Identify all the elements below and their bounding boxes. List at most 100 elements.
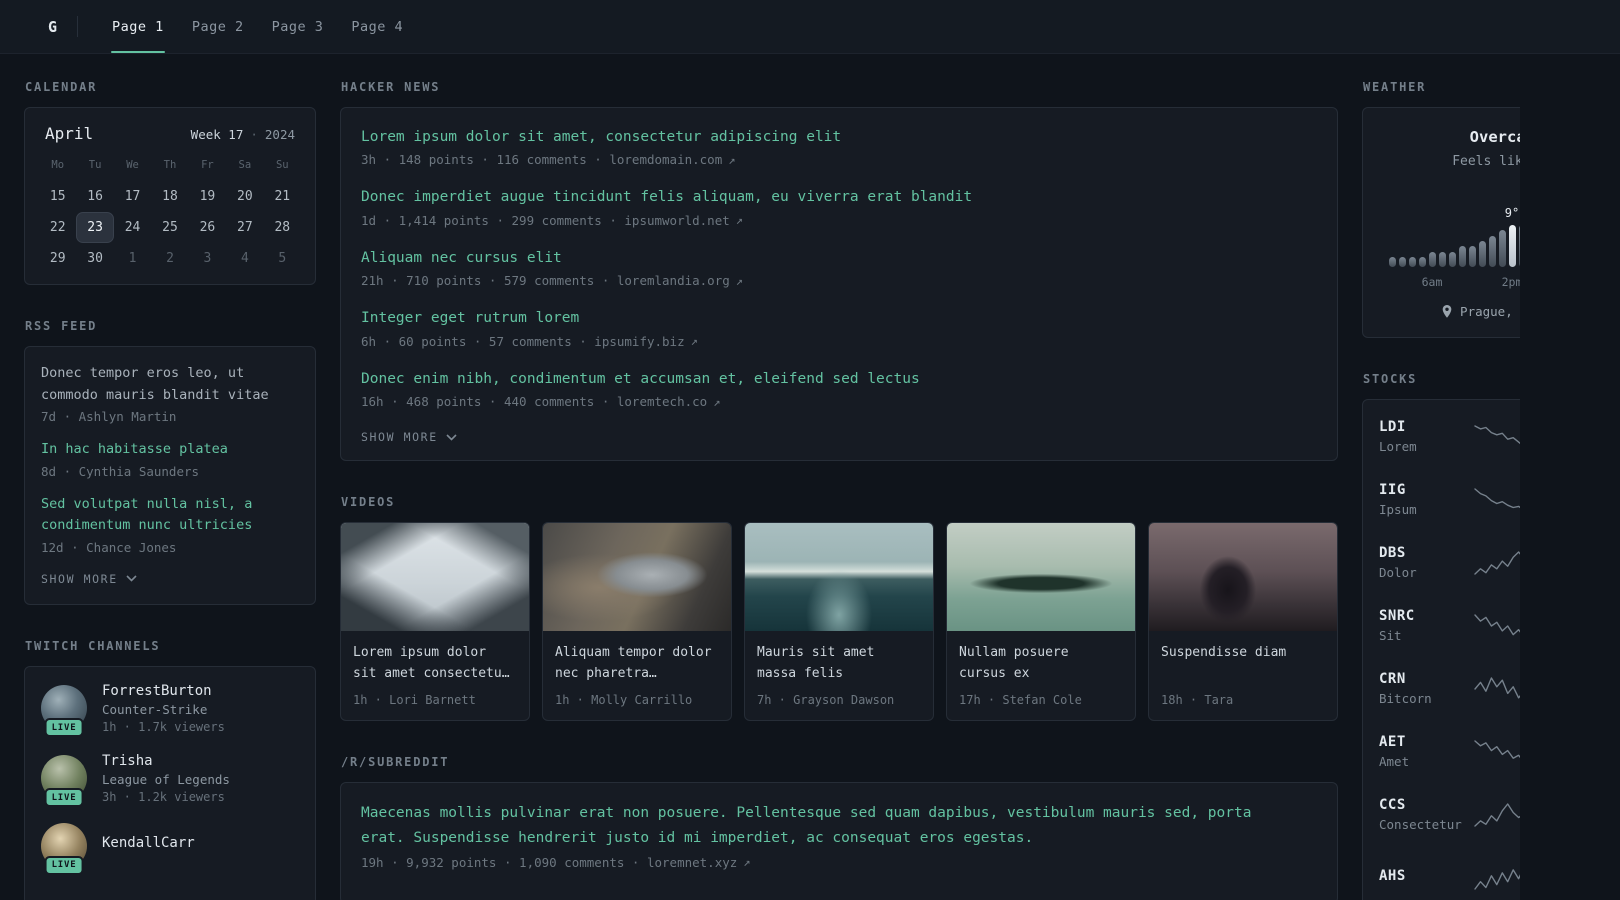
page-tab[interactable]: Page 3 [258,0,338,53]
stock-symbol: IIG [1379,482,1406,498]
weather-time-label: 2pm [1501,275,1520,289]
weather-bar [1398,257,1406,267]
calendar-day: 18 [162,189,178,204]
right-column: WEATHER Overcast Feels like 5°C 9° 6am 2p… [1362,80,1520,900]
calendar-day-header: Sa [238,159,252,171]
weather-bar: 9° [1505,206,1519,267]
sparkline-svg [1474,868,1520,890]
calendar-day-header: Mo [51,159,65,171]
stock-sparkline [1467,865,1520,891]
video-card[interactable]: Lorem ipsum dolor sit amet consectetu… 1… [340,522,530,722]
subreddit-card: Maecenas mollis pulvinar erat non posuer… [340,782,1338,900]
hackernews-item-meta-text: 16h · 468 points · 440 comments · loremt… [361,394,708,410]
page-tab[interactable]: Page 4 [337,0,417,53]
hackernews-item-title[interactable]: Integer eget rutrum lorem [361,307,1317,329]
calendar-day: 27 [237,220,253,235]
stock-row: LDI Lorem +4.35% $795.18 [1379,405,1520,468]
weather-hourly-chart: 9° [1377,173,1520,267]
stock-sparkline [1467,676,1520,702]
weather-card: Overcast Feels like 5°C 9° 6am2pm10pm Pr… [1362,107,1520,338]
live-badge: LIVE [44,718,84,738]
calendar-day: 23 [76,212,114,243]
calendar-day: 30 [87,251,103,266]
hackernews-item-meta: 3h · 148 points · 116 comments · loremdo… [361,152,1317,167]
hackernews-item-title[interactable]: Aliquam nec cursus elit [361,247,1317,269]
stock-row: SNRC Sit +1.36% $148.64 [1379,594,1520,657]
weather-bar [1428,252,1436,267]
stocks-card: LDI Lorem +4.35% $795.18 [1362,399,1520,900]
rss-widget: RSS FEED Donec tempor eros leo, ut commo… [24,319,316,605]
weather-bar [1468,246,1476,267]
page-tabs: Page 1 Page 2 Page 3 Page 4 [98,0,417,53]
stock-row: AHS +0.46% [1379,846,1520,900]
twitch-channel[interactable]: LIVE Trisha League of Legends 3h · 1.2k … [41,753,299,808]
calendar-day: 29 [49,251,66,266]
app-logo[interactable]: G [44,0,61,53]
hackernews-list: Lorem ipsum dolor sit amet, consectetur … [361,126,1317,409]
video-card[interactable]: Nullam posuere cursus ex 17h · Stefan Co… [946,522,1136,722]
external-link-icon: ↗ [735,213,743,228]
page-tab[interactable]: Page 2 [178,0,258,53]
hackernews-item: Donec enim nibh, condimentum et accumsan… [361,368,1317,409]
dashboard: CALENDAR April Week 17 · 2024 Mo Tu We T… [0,54,1520,900]
rss-show-more-button[interactable]: SHOW MORE [41,570,137,588]
video-thumbnail [947,523,1135,632]
stock-name: Amet [1379,754,1410,769]
video-meta: 17h · Stefan Cole [959,693,1082,708]
video-meta: 1h · Molly Carrillo [555,693,693,708]
calendar-separator: · [250,127,258,142]
stock-sparkline [1467,550,1520,576]
hackernews-item-title[interactable]: Donec enim nibh, condimentum et accumsan… [361,368,1317,390]
hackernews-item-title[interactable]: Donec imperdiet augue tincidunt felis al… [361,186,1317,208]
show-more-label: SHOW MORE [361,430,438,445]
twitch-widget: TWITCH CHANNELS LIVE ForrestBurton Count… [24,639,316,900]
rss-item-title[interactable]: Sed volutpat nulla nisl, a condimentum n… [41,494,299,537]
twitch-channel[interactable]: LIVE KendallCarr [41,822,299,875]
section-title-calendar: CALENDAR [25,80,98,94]
show-more-label: SHOW MORE [41,571,118,586]
rss-item-title[interactable]: Donec tempor eros leo, ut commodo mauris… [41,363,299,406]
hackernews-item-meta: 6h · 60 points · 57 comments · ipsumify.… [361,334,1317,349]
calendar-day-header: Fr [201,159,214,171]
video-card[interactable]: Mauris sit amet massa felis 7h · Grayson… [744,522,934,722]
hackernews-show-more-button[interactable]: SHOW MORE [361,428,457,446]
video-meta: 18h · Tara [1161,693,1234,708]
stock-row: DBS Dolor +1.42% $156.28 [1379,531,1520,594]
calendar-card: April Week 17 · 2024 Mo Tu We Th Fr Sa S… [24,107,316,285]
section-title-stocks: STOCKS [1363,372,1418,386]
hackernews-item-meta-text: 3h · 148 points · 116 comments · loremdo… [361,152,723,168]
rss-item-title[interactable]: In hac habitasse platea [41,439,299,461]
hackernews-item: Aliquam nec cursus elit 21h · 710 points… [361,247,1317,288]
video-body: Mauris sit amet massa felis 7h · Grayson… [745,631,933,720]
rss-item-meta: 7d · Ashlyn Martin [41,409,177,425]
weather-location-text: Prague, Czechia [1460,304,1520,319]
rss-list: Donec tempor eros leo, ut commodo mauris… [41,363,299,555]
hackernews-card: Lorem ipsum dolor sit amet, consectetur … [340,107,1338,462]
topbar: G Page 1 Page 2 Page 3 Page 4 [0,0,1620,54]
hackernews-item: Donec imperdiet augue tincidunt felis al… [361,186,1317,227]
stock-row: AET Amet +0.92% $499.72 [1379,720,1520,783]
section-title-rss: RSS FEED [25,319,98,333]
weather-bar [1448,252,1456,267]
stock-symbol: LDI [1379,419,1406,435]
channel-name: ForrestBurton [102,682,212,699]
twitch-channel[interactable]: LIVE ForrestBurton Counter-Strike 1h · 1… [41,682,299,738]
stock-row: IIG Ipsum +2.84% $42.04 [1379,468,1520,531]
stock-id: IIG Ipsum [1379,482,1467,517]
weather-time-label: 6am [1421,275,1443,289]
stock-sparkline [1467,424,1520,450]
video-meta: 1h · Lori Barnett [353,693,476,708]
hackernews-widget: HACKER NEWS Lorem ipsum dolor sit amet, … [340,80,1338,462]
stock-id: DBS Dolor [1379,545,1467,580]
video-card[interactable]: Aliquam tempor dolor nec pharetra… 1h · … [542,522,732,722]
subreddit-post-title[interactable]: Maecenas mollis pulvinar erat non posuer… [361,801,1288,850]
stock-id: AHS [1379,868,1467,888]
calendar-day: 17 [124,189,141,204]
calendar-header: April Week 17 · 2024 [39,122,301,153]
section-title-subreddit: /R/SUBREDDIT [341,755,450,770]
external-link-icon: ↗ [728,152,736,167]
hackernews-item-title[interactable]: Lorem ipsum dolor sit amet, consectetur … [361,126,1317,148]
video-card[interactable]: Suspendisse diam 18h · Tara [1148,522,1338,722]
page-tab[interactable]: Page 1 [98,0,178,53]
video-title: Mauris sit amet massa felis [757,645,875,682]
